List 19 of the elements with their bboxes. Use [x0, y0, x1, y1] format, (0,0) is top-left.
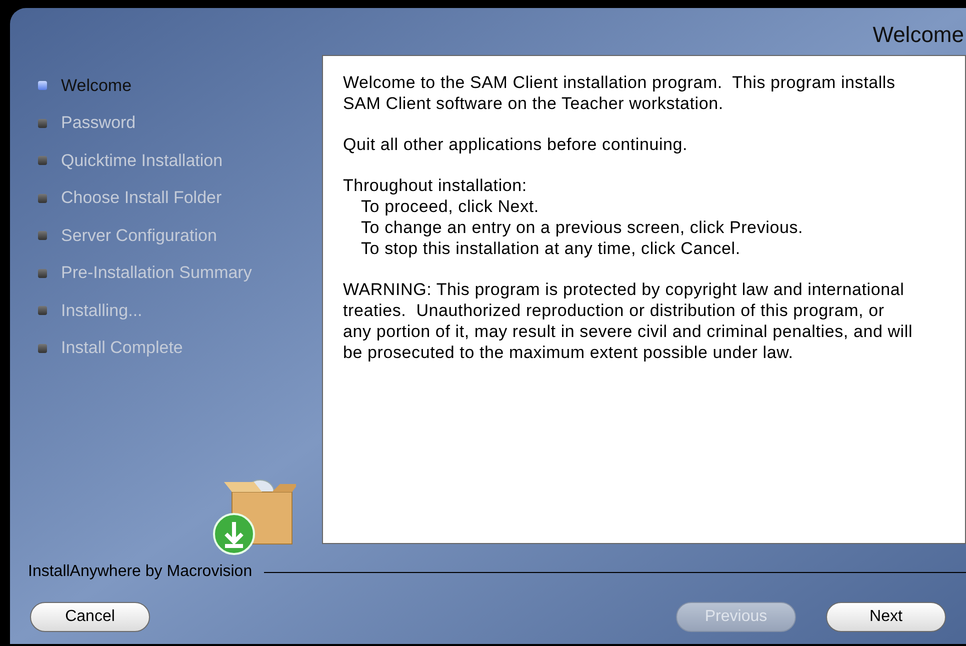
paragraph: Welcome to the SAM Client installation program. This program installs SAM Client software on the Teacher workstation. [343, 72, 896, 114]
window-title: Welcome [872, 20, 964, 49]
step-label: Pre-Installation Summary [61, 262, 252, 284]
step-label: Password [61, 112, 136, 134]
step-label: Quicktime Installation [61, 150, 223, 172]
instruction-line: To change an entry on a previous screen, click Previous. [360, 216, 804, 238]
paragraph: WARNING: This program is protected by copyright law and international treaties. Unauthorized reproduction or distribution of this program, or any portion of it, may result in severe civil and criminal penalties, and will be prosecuted to the maximum extent possible under law. [343, 278, 914, 363]
step-label: Choose Install Folder [61, 187, 222, 210]
step-label: Server Configuration [61, 224, 217, 247]
branding-label: InstallAnywhere by Macrovision [28, 562, 252, 582]
nav-button[interactable]: Next [826, 602, 946, 632]
nav-button[interactable]: Cancel [30, 602, 150, 632]
instruction-line: To proceed, click Next. [360, 196, 540, 217]
step-label: Installing... [61, 300, 142, 322]
paragraph: Quit all other applications before continuing. [343, 134, 689, 155]
instruction-line: To stop this installation at any time, click Cancel. [360, 238, 742, 259]
list-heading: Throughout installation: [343, 174, 528, 196]
step-label: Install Complete [61, 337, 183, 360]
step-label: Welcome [61, 74, 132, 97]
